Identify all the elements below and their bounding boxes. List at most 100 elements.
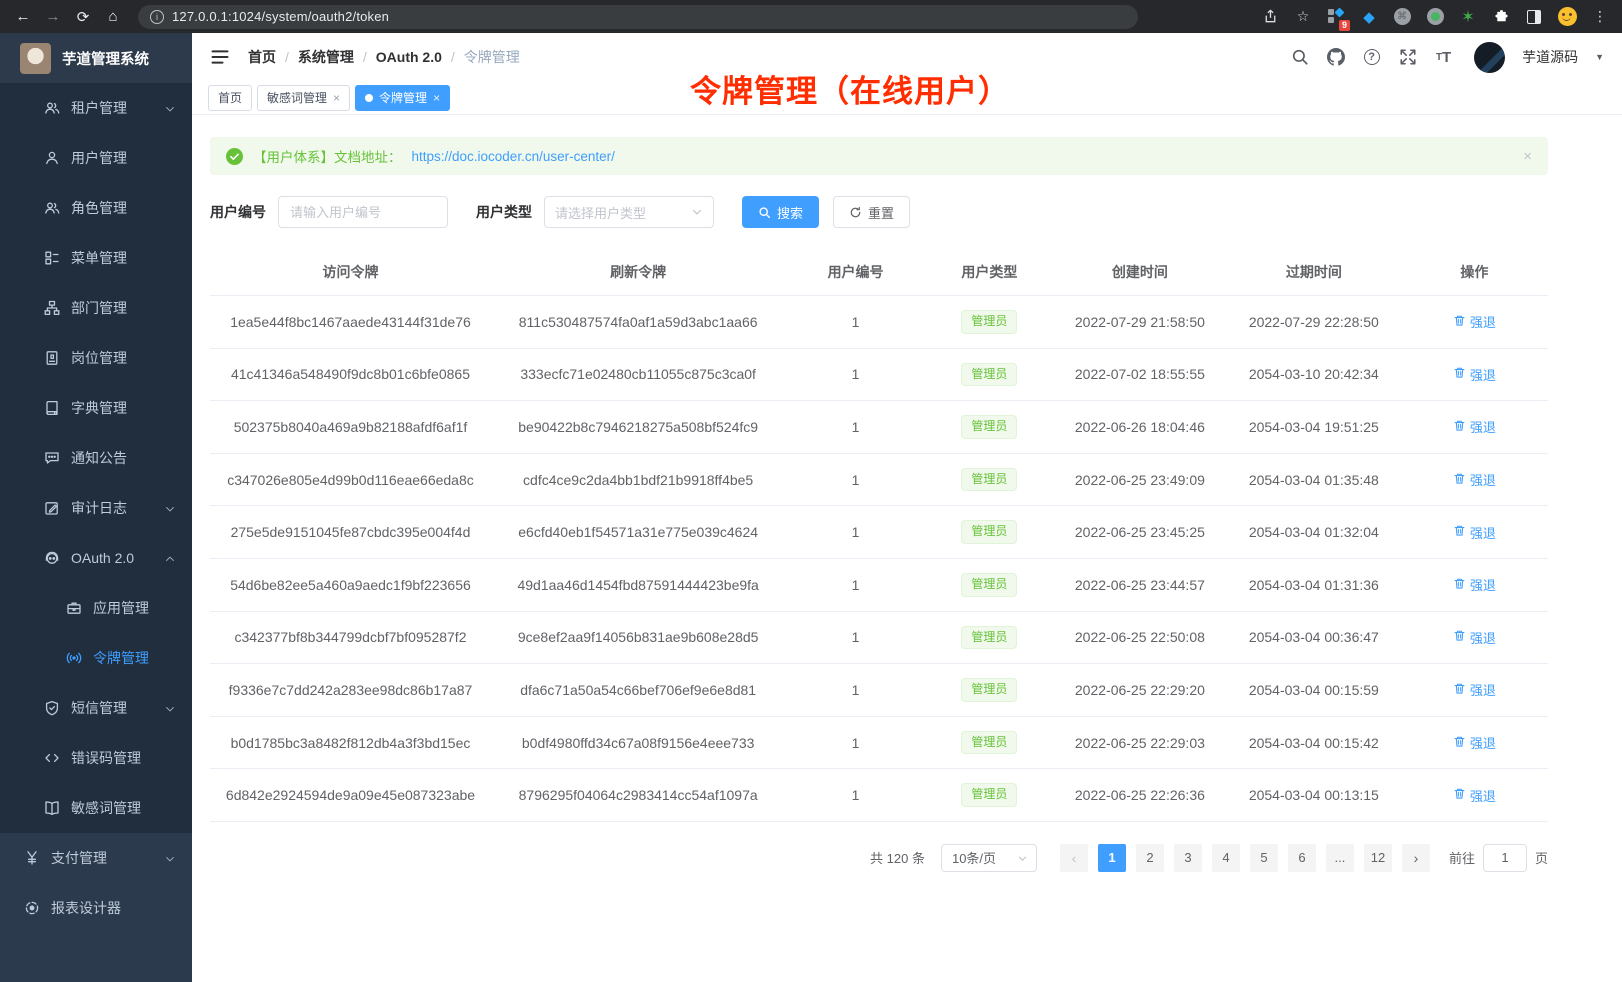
- success-check-icon: [226, 148, 243, 165]
- doc-link[interactable]: https://doc.iocoder.cn/user-center/: [412, 149, 615, 164]
- alert-close-icon[interactable]: ×: [1523, 148, 1532, 165]
- tab-close-icon[interactable]: ×: [433, 91, 440, 105]
- sidebar-item-短信管理[interactable]: 短信管理: [0, 683, 192, 733]
- sidebar-item-审计日志[interactable]: 审计日志: [0, 483, 192, 533]
- page-button-6[interactable]: 6: [1288, 844, 1316, 872]
- access-token: 6d842e2924594de9a09e45e087323abe: [210, 769, 491, 822]
- page-button-12[interactable]: 12: [1364, 844, 1392, 872]
- page-button-2[interactable]: 2: [1136, 844, 1164, 872]
- green-dot-extension-icon[interactable]: [1425, 7, 1445, 27]
- user-type-select[interactable]: 请选择用户类型: [544, 196, 714, 228]
- page-button-1[interactable]: 1: [1098, 844, 1126, 872]
- tab-layout-icon[interactable]: [1524, 7, 1544, 27]
- fullscreen-icon[interactable]: [1398, 48, 1417, 67]
- green-star-extension-icon[interactable]: ✶: [1458, 7, 1478, 27]
- force-logout-button[interactable]: 强退: [1453, 733, 1496, 752]
- collapse-sidebar-icon[interactable]: [210, 47, 230, 67]
- site-info-icon[interactable]: i: [150, 10, 164, 24]
- force-logout-button[interactable]: 强退: [1453, 628, 1496, 647]
- gray-extension-icon[interactable]: ⌘: [1392, 7, 1412, 27]
- font-size-icon[interactable]: TT: [1434, 48, 1453, 67]
- force-logout-button[interactable]: 强退: [1453, 470, 1496, 489]
- sidebar-item-菜单管理[interactable]: 菜单管理: [0, 233, 192, 283]
- tab-首页[interactable]: 首页: [208, 85, 252, 111]
- sidebar-item-令牌管理[interactable]: 令牌管理: [0, 633, 192, 683]
- force-logout-button[interactable]: 强退: [1453, 575, 1496, 594]
- sidebar-item-通知公告[interactable]: 通知公告: [0, 433, 192, 483]
- column-header: 用户编号: [785, 250, 925, 296]
- app-logo-bar[interactable]: 芋道管理系统: [0, 33, 192, 83]
- briefcase-icon: [66, 600, 82, 616]
- goto-page-input[interactable]: [1483, 844, 1527, 872]
- sidebar-item-支付管理[interactable]: 支付管理: [0, 833, 192, 883]
- code-icon: [44, 750, 60, 766]
- search-button[interactable]: 搜索: [742, 196, 819, 228]
- sidebar-item-label: OAuth 2.0: [71, 550, 134, 566]
- sidebar-item-字典管理[interactable]: 字典管理: [0, 383, 192, 433]
- prev-page-button[interactable]: ‹: [1060, 844, 1088, 872]
- user-avatar[interactable]: [1474, 42, 1505, 73]
- browser-forward-button[interactable]: →: [38, 4, 68, 30]
- share-icon[interactable]: [1260, 7, 1280, 27]
- created-time: 2022-06-25 22:29:03: [1053, 716, 1227, 769]
- gem-extension-icon[interactable]: ◆: [1359, 7, 1379, 27]
- chevron-down-icon: [164, 502, 176, 514]
- sidebar-item-应用管理[interactable]: 应用管理: [0, 583, 192, 633]
- next-page-button[interactable]: ›: [1402, 844, 1430, 872]
- search-icon[interactable]: [1290, 48, 1309, 67]
- browser-menu-icon[interactable]: ⋮: [1590, 7, 1610, 27]
- github-icon[interactable]: [1326, 48, 1345, 67]
- delete-icon: [1453, 787, 1466, 803]
- force-logout-button[interactable]: 强退: [1453, 680, 1496, 699]
- force-logout-button[interactable]: 强退: [1453, 786, 1496, 805]
- breadcrumb-item[interactable]: OAuth 2.0: [376, 49, 442, 65]
- force-logout-button[interactable]: 强退: [1453, 312, 1496, 331]
- sidebar-item-报表设计器[interactable]: 报表设计器: [0, 883, 192, 933]
- page-button-3[interactable]: 3: [1174, 844, 1202, 872]
- user-id: 1: [785, 716, 925, 769]
- sidebar-item-敏感词管理[interactable]: 敏感词管理: [0, 783, 192, 833]
- browser-back-button[interactable]: ←: [8, 4, 38, 30]
- sidebar-item-label: 菜单管理: [71, 248, 127, 268]
- column-header: 刷新令牌: [491, 250, 785, 296]
- page-button-4[interactable]: 4: [1212, 844, 1240, 872]
- page-size-select[interactable]: 10条/页: [941, 844, 1037, 872]
- sidebar-item-OAuth 2.0[interactable]: OAuth 2.0: [0, 533, 192, 583]
- created-time: 2022-06-25 22:26:36: [1053, 769, 1227, 822]
- page-button-5[interactable]: 5: [1250, 844, 1278, 872]
- extension-with-badge-icon[interactable]: 9: [1326, 7, 1346, 27]
- force-logout-button[interactable]: 强退: [1453, 523, 1496, 542]
- bookmark-star-icon[interactable]: ☆: [1293, 7, 1313, 27]
- chevron-down-icon: [164, 702, 176, 714]
- sidebar-item-部门管理[interactable]: 部门管理: [0, 283, 192, 333]
- sidebar-menu-main: 租户管理用户管理角色管理菜单管理部门管理岗位管理字典管理通知公告审计日志 OAut…: [0, 83, 192, 833]
- app-logo: [20, 43, 51, 74]
- tab-close-icon[interactable]: ×: [333, 91, 340, 105]
- tab-令牌管理[interactable]: 令牌管理×: [355, 85, 450, 111]
- sidebar-item-租户管理[interactable]: 租户管理: [0, 83, 192, 133]
- access-token: c342377bf8b344799dcbf7bf095287f2: [210, 611, 491, 664]
- extensions-puzzle-icon[interactable]: [1491, 7, 1511, 27]
- user-id: 1: [785, 296, 925, 349]
- tab-敏感词管理[interactable]: 敏感词管理×: [257, 85, 350, 111]
- browser-reload-button[interactable]: ⟳: [68, 4, 98, 30]
- breadcrumb-item[interactable]: 首页: [248, 47, 276, 67]
- browser-home-button[interactable]: ⌂: [98, 4, 128, 30]
- user-menu-caret-icon[interactable]: ▼: [1595, 52, 1604, 62]
- more-pages-button[interactable]: ...: [1326, 844, 1354, 872]
- reset-button[interactable]: 重置: [833, 196, 910, 228]
- sidebar-item-角色管理[interactable]: 角色管理: [0, 183, 192, 233]
- help-icon[interactable]: ?: [1362, 48, 1381, 67]
- sidebar-item-用户管理[interactable]: 用户管理: [0, 133, 192, 183]
- breadcrumb-item[interactable]: 系统管理: [298, 47, 354, 67]
- sidebar-item-岗位管理[interactable]: 岗位管理: [0, 333, 192, 383]
- force-logout-button[interactable]: 强退: [1453, 365, 1496, 384]
- profile-avatar-icon[interactable]: [1557, 7, 1577, 27]
- alert-text: 【用户体系】文档地址：: [253, 146, 402, 166]
- access-token: f9336e7c7dd242a283ee98dc86b17a87: [210, 664, 491, 717]
- browser-address-bar[interactable]: i 127.0.0.1:1024/system/oauth2/token: [138, 5, 1138, 29]
- sidebar-item-错误码管理[interactable]: 错误码管理: [0, 733, 192, 783]
- user-type-tag: 管理员: [961, 678, 1017, 702]
- user-id-input[interactable]: [278, 196, 448, 228]
- force-logout-button[interactable]: 强退: [1453, 417, 1496, 436]
